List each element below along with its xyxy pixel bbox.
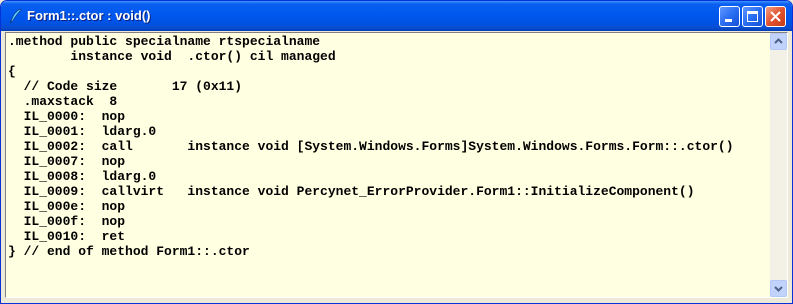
code-line: .method public specialname rtspecialname — [8, 34, 321, 49]
minimize-icon — [725, 19, 732, 22]
code-line: IL_0002: call instance void [System.Wind… — [8, 139, 734, 154]
window-title: Form1::.ctor : void() — [27, 8, 151, 23]
minimize-button[interactable] — [719, 6, 740, 27]
code-line: } // end of method Form1::.ctor — [8, 244, 250, 259]
chevron-down-icon — [774, 286, 783, 292]
il-code-text[interactable]: .method public specialname rtspecialname… — [8, 34, 734, 259]
code-line: IL_0010: ret — [8, 229, 126, 244]
scroll-down-button[interactable] — [770, 280, 787, 297]
window-client-area: .method public specialname rtspecialname… — [4, 31, 789, 299]
title-bar[interactable]: Form1::.ctor : void() — [1, 1, 792, 31]
scroll-up-button[interactable] — [770, 33, 787, 50]
code-line: IL_0008: ldarg.0 — [8, 169, 157, 184]
maximize-icon — [747, 11, 758, 22]
code-line: IL_0000: nop — [8, 109, 126, 124]
code-line: { — [8, 64, 16, 79]
code-line: IL_0007: nop — [8, 154, 126, 169]
vertical-scrollbar[interactable] — [770, 33, 787, 297]
close-button[interactable] — [765, 6, 786, 27]
code-line: IL_0001: ldarg.0 — [8, 124, 157, 139]
maximize-button[interactable] — [742, 6, 763, 27]
code-line: IL_000e: nop — [8, 199, 126, 214]
code-line: // Code size 17 (0x11) — [8, 79, 243, 94]
code-line: instance void .ctor() cil managed — [8, 49, 336, 64]
chevron-up-icon — [774, 38, 783, 44]
il-code-view[interactable]: .method public specialname rtspecialname… — [5, 32, 788, 298]
ildasm-method-window: Form1::.ctor : void() .method public spe… — [0, 0, 793, 304]
code-line: IL_000f: nop — [8, 214, 126, 229]
code-line: IL_0009: callvirt instance void Percynet… — [8, 184, 695, 199]
code-line: .maxstack 8 — [8, 94, 118, 109]
quill-pen-icon[interactable] — [7, 8, 23, 24]
close-icon — [770, 11, 781, 22]
